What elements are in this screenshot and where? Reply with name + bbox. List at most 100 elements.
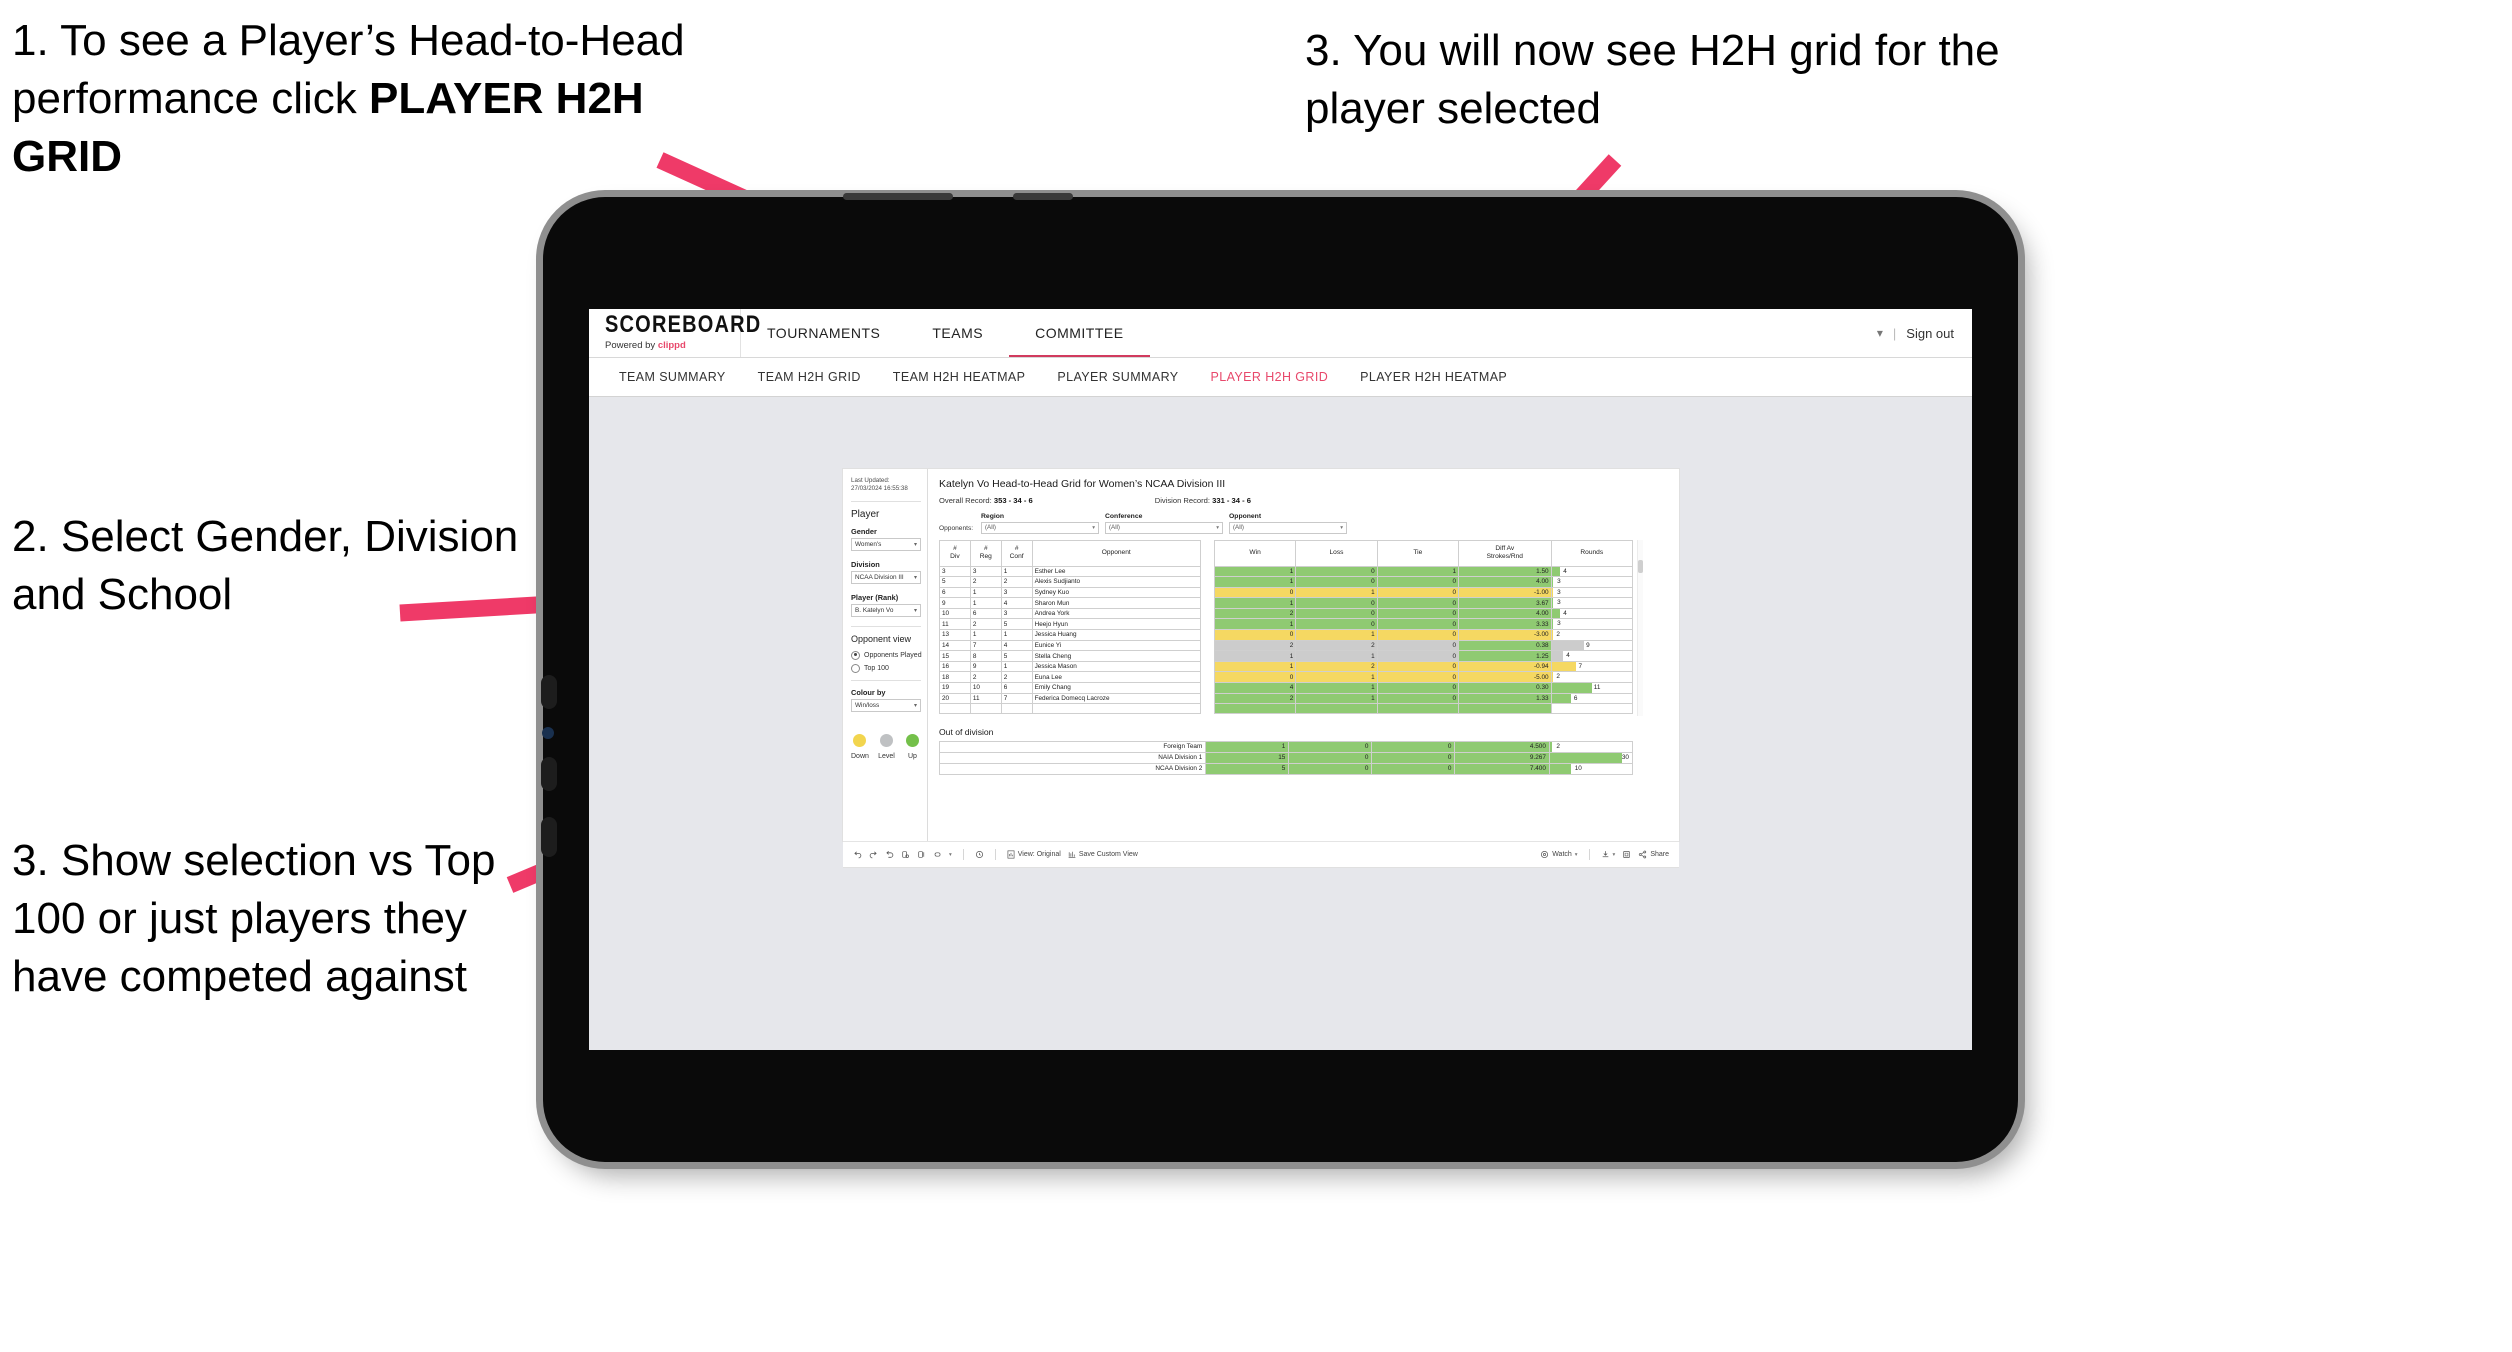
chevron-down-icon[interactable]: ▾ <box>1877 326 1883 340</box>
rounds-cell: 4 <box>1550 650 1634 662</box>
table-cell: 0 <box>1213 586 1297 599</box>
table-cell: Jessica Huang <box>1031 629 1201 641</box>
undo-icon[interactable] <box>853 850 862 859</box>
ood-loss: 0 <box>1288 740 1373 753</box>
table-row[interactable]: 13 1 1 Jessica Huang 0 1 0 -3.00 2 <box>939 629 1634 641</box>
table-cell: 7 <box>969 639 1002 652</box>
table-scrollbar[interactable] <box>1637 539 1643 716</box>
table-row[interactable]: 14 7 4 Eunice Yi 2 2 0 0.38 9 <box>939 639 1634 652</box>
table-row[interactable]: 9 1 4 Sharon Mun 1 0 0 3.67 3 <box>939 597 1634 609</box>
refresh-icon[interactable] <box>901 850 910 859</box>
table-cell: 0 <box>1376 692 1460 705</box>
device-volume-down-button <box>541 757 557 791</box>
table-cell: 4.00 <box>1458 576 1552 588</box>
ood-tie: 0 <box>1371 751 1456 764</box>
tab-team-h2h-grid[interactable]: TEAM H2H GRID <box>742 370 877 384</box>
table-row[interactable]: 6 1 3 Sydney Kuo 0 1 0 -1.00 3 <box>939 586 1634 599</box>
table-row[interactable]: 18 2 2 Euna Lee 0 1 0 -5.00 2 <box>939 671 1634 684</box>
division-record-value: 331 - 34 - 6 <box>1212 496 1251 505</box>
radio-opponents-played[interactable]: Opponents Played <box>851 650 927 660</box>
table-gap <box>1200 566 1215 577</box>
out-of-division-row[interactable]: Foreign Team 1 0 0 4.500 2 <box>938 740 1634 753</box>
gender-select[interactable]: Women's ▾ <box>851 537 921 551</box>
table-cell: 2 <box>1000 576 1033 588</box>
ood-rounds-value: 2 <box>1556 742 1560 750</box>
panel-divider-3 <box>851 679 921 681</box>
rounds-bar <box>1551 683 1592 693</box>
table-row[interactable]: 5 2 2 Alexis Sudjianto 1 0 0 4.00 3 <box>939 576 1634 588</box>
ood-rounds-bar <box>1549 763 1572 774</box>
region-filter-value: (All) <box>985 524 996 531</box>
tab-player-h2h-heatmap[interactable]: PLAYER H2H HEATMAP <box>1344 370 1523 384</box>
table-cell: 2 <box>1295 660 1378 673</box>
table-cell: 1 <box>969 629 1002 641</box>
tab-player-summary[interactable]: PLAYER SUMMARY <box>1041 370 1194 384</box>
redo-icon[interactable] <box>869 850 878 859</box>
table-cell: 0 <box>1376 629 1460 641</box>
nav-item-committee[interactable]: COMMITTEE <box>1009 309 1150 357</box>
conference-filter-select[interactable]: (All) ▾ <box>1105 521 1223 534</box>
fullscreen-icon[interactable] <box>1622 850 1631 859</box>
table-cell: 16 <box>939 660 971 673</box>
highlight-icon[interactable]: ▾ <box>933 850 952 859</box>
save-custom-view-button[interactable]: Save Custom View <box>1068 850 1138 859</box>
dashboard-area: Last Updated: 27/03/2024 16:55:38 Player… <box>589 397 1972 1050</box>
ood-rounds-value: 30 <box>1621 753 1629 761</box>
device-speaker <box>843 193 953 200</box>
share-button[interactable]: Share <box>1638 850 1669 859</box>
table-row[interactable]: 3 3 1 Esther Lee 1 0 1 1.50 4 <box>939 565 1634 578</box>
last-updated-text: Last Updated: 27/03/2024 16:55:38 <box>851 477 908 493</box>
revert-icon[interactable] <box>885 850 894 859</box>
table-cell: 0 <box>1213 671 1297 684</box>
table-row[interactable]: 16 9 1 Jessica Mason 1 2 0 -0.94 7 <box>939 660 1634 673</box>
out-of-division-row[interactable]: NCAA Division 2 5 0 0 7.400 10 <box>938 762 1634 775</box>
rounds-cell: 2 <box>1550 629 1634 641</box>
clock-icon[interactable] <box>975 850 984 859</box>
legend-item-level: Level <box>878 733 895 760</box>
h2h-table-scroll[interactable]: # Div # Reg # Conf Opponent Win Loss Tie Di… <box>939 539 1643 716</box>
division-select[interactable]: NCAA Division III ▾ <box>851 570 921 584</box>
table-cell: 10 <box>939 607 971 620</box>
table-row-partial[interactable] <box>939 703 1634 714</box>
tab-team-summary[interactable]: TEAM SUMMARY <box>603 370 742 384</box>
panel-divider <box>851 500 921 502</box>
table-cell: 4 <box>1213 682 1297 694</box>
rounds-cell: 2 <box>1550 671 1634 684</box>
region-filter-select[interactable]: (All) ▾ <box>981 521 1099 534</box>
table-cell: Federica Domecq Lacroze <box>1031 692 1201 705</box>
radio-opponents-played-label: Opponents Played <box>864 651 922 659</box>
tab-team-h2h-heatmap[interactable]: TEAM H2H HEATMAP <box>877 370 1042 384</box>
app-logo[interactable]: SCOREBOARD Powered by clippd <box>589 309 760 357</box>
opponent-filter-label: Opponent <box>1229 513 1262 520</box>
table-row[interactable]: 19 10 6 Emily Chang 4 1 0 0.30 11 <box>939 682 1634 694</box>
legend-dot-down <box>853 733 867 747</box>
view-original-button[interactable]: View: Original <box>1007 850 1061 859</box>
tab-player-h2h-grid[interactable]: PLAYER H2H GRID <box>1195 370 1345 384</box>
table-cell: 1 <box>1295 692 1378 705</box>
rounds-value: 7 <box>1578 662 1583 670</box>
nav-item-tournaments[interactable]: TOURNAMENTS <box>741 309 906 357</box>
table-row[interactable]: 10 6 3 Andrea York 2 0 0 4.00 4 <box>939 607 1634 620</box>
player-rank-select[interactable]: B. Katelyn Vo ▾ <box>851 603 921 617</box>
ood-rounds-value: 10 <box>1574 764 1582 772</box>
out-of-division-row[interactable]: NAIA Division 1 15 0 0 9.267 30 <box>938 751 1634 764</box>
table-scrollbar-thumb[interactable] <box>1638 559 1643 573</box>
download-icon[interactable]: ▾ <box>1601 850 1615 859</box>
table-cell: 0.38 <box>1458 639 1552 652</box>
opponent-filter-select[interactable]: (All) ▾ <box>1229 521 1347 534</box>
primary-nav: TOURNAMENTS TEAMS COMMITTEE <box>741 309 1150 357</box>
player-rank-value: B. Katelyn Vo <box>855 606 894 614</box>
legend-item-down: Down <box>851 733 869 760</box>
colour-by-select[interactable]: Win/loss ▾ <box>851 698 921 712</box>
nav-item-teams[interactable]: TEAMS <box>906 309 1009 357</box>
radio-top-100[interactable]: Top 100 <box>851 663 927 673</box>
sign-out-link[interactable]: Sign out <box>1906 326 1954 341</box>
watch-button[interactable]: Watch ▾ <box>1540 850 1578 859</box>
ood-loss: 0 <box>1288 762 1373 775</box>
pause-icon[interactable] <box>917 850 926 859</box>
rounds-value: 9 <box>1586 641 1590 649</box>
table-row[interactable]: 11 2 5 Heejo Hyun 1 0 0 3.33 3 <box>939 618 1634 631</box>
table-row[interactable]: 15 8 5 Stella Cheng 1 1 0 1.25 4 <box>939 650 1634 662</box>
chevron-down-icon: ▾ <box>913 574 917 581</box>
table-row[interactable]: 20 11 7 Federica Domecq Lacroze 2 1 0 1.33 6 <box>939 692 1634 705</box>
